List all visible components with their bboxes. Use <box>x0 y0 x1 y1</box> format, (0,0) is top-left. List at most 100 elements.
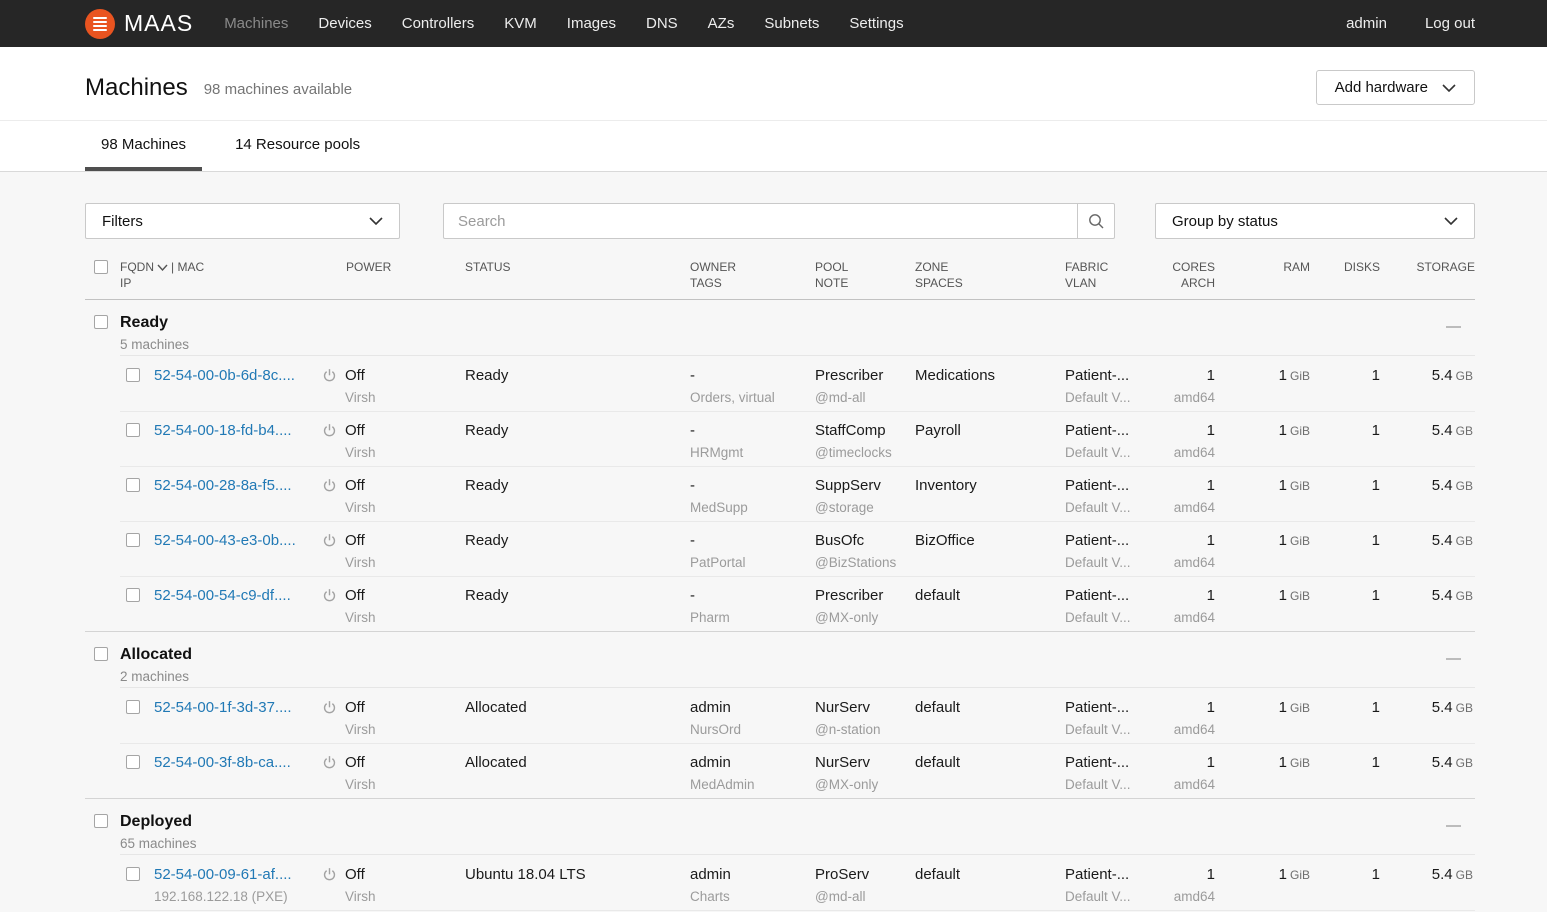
machine-row: 52-54-00-09-61-af.... 192.168.122.18 (PX… <box>85 855 1475 910</box>
machine-note: @n-station <box>815 720 915 739</box>
page-title: Machines <box>85 74 188 102</box>
machine-vlan: Default V... <box>1065 608 1160 627</box>
group-header-row: Deployed 65 machines — <box>85 799 1475 855</box>
machine-owner: admin <box>690 864 815 885</box>
row-checkbox[interactable] <box>126 423 140 437</box>
machine-vlan: Default V... <box>1065 553 1160 572</box>
group-by-dropdown[interactable]: Group by status <box>1155 203 1475 239</box>
power-icon <box>322 533 337 548</box>
machine-note: @md-all <box>815 887 915 906</box>
machine-link[interactable]: 52-54-00-54-c9-df.... <box>154 585 291 606</box>
machine-link[interactable]: 52-54-00-28-8a-f5.... <box>154 475 292 496</box>
machine-link[interactable]: 52-54-00-0b-6d-8c.... <box>154 365 295 386</box>
nav-right: admin Log out <box>1346 15 1475 32</box>
col-fqdn-label: FQDN <box>120 259 154 275</box>
search-input[interactable] <box>443 203 1078 239</box>
select-all-checkbox[interactable] <box>94 260 108 274</box>
col-cores[interactable]: CORESARCH <box>1160 257 1215 291</box>
chevron-down-icon <box>369 217 383 225</box>
col-disks[interactable]: DISKS <box>1310 257 1380 291</box>
machine-pool: Prescriber <box>815 585 915 606</box>
machine-link[interactable]: 52-54-00-1f-3d-37.... <box>154 697 292 718</box>
machine-note: @MX-only <box>815 775 915 794</box>
machine-arch: amd64 <box>1160 443 1215 462</box>
tab-resource-pools[interactable]: 14 Resource pools <box>219 121 376 171</box>
brand-title: MAAS <box>124 10 193 37</box>
row-checkbox[interactable] <box>126 700 140 714</box>
col-owner[interactable]: OWNERTAGS <box>690 257 815 291</box>
row-checkbox[interactable] <box>126 755 140 769</box>
row-checkbox[interactable] <box>126 368 140 382</box>
col-ram[interactable]: RAM <box>1215 257 1310 291</box>
machine-status: Allocated <box>465 697 690 718</box>
group-collapse-toggle[interactable]: — <box>1380 812 1475 855</box>
machine-fabric: Patient-... <box>1065 752 1160 773</box>
machine-owner: - <box>690 420 815 441</box>
col-fabric[interactable]: FABRICVLAN <box>1065 257 1160 291</box>
group-checkbox[interactable] <box>94 315 108 329</box>
nav-item-admin[interactable]: admin <box>1346 15 1387 32</box>
machine-disks: 1 <box>1310 697 1380 718</box>
nav-item-subnets[interactable]: Subnets <box>749 15 834 32</box>
logout-link[interactable]: Log out <box>1425 15 1475 32</box>
group-checkbox[interactable] <box>94 647 108 661</box>
power-icon <box>322 755 337 770</box>
row-checkbox[interactable] <box>126 588 140 602</box>
row-checkbox[interactable] <box>126 867 140 881</box>
machine-ram: 1GiB <box>1215 585 1310 607</box>
nav-item-devices[interactable]: Devices <box>303 15 386 32</box>
row-checkbox[interactable] <box>126 478 140 492</box>
tab-machines[interactable]: 98 Machines <box>85 121 202 171</box>
machine-fabric: Patient-... <box>1065 365 1160 386</box>
group-collapse-toggle[interactable]: — <box>1380 313 1475 356</box>
row-checkbox[interactable] <box>126 533 140 547</box>
group-by-value: Group by status <box>1172 213 1444 230</box>
col-status[interactable]: STATUS <box>465 257 690 291</box>
machine-link[interactable]: 52-54-00-09-61-af.... <box>154 864 292 885</box>
nav-item-settings[interactable]: Settings <box>834 15 918 32</box>
machine-row: 52-54-00-1f-3d-37.... Off Virsh Allocate… <box>85 688 1475 743</box>
power-icon <box>322 867 337 882</box>
machine-disks: 1 <box>1310 752 1380 773</box>
machine-zone: Payroll <box>915 420 1065 441</box>
machine-owner: - <box>690 530 815 551</box>
nav-item-dns[interactable]: DNS <box>631 15 693 32</box>
group-count: 2 machines <box>120 669 1380 684</box>
power-icon <box>322 588 337 603</box>
power-state: Off <box>345 864 376 885</box>
col-pool[interactable]: POOLNOTE <box>815 257 915 291</box>
machine-status: Ready <box>465 420 690 441</box>
machine-tags: PatPortal <box>690 553 815 572</box>
nav-item-images[interactable]: Images <box>552 15 631 32</box>
machine-row: 52-54-00-54-c9-df.... Off Virsh Ready - … <box>85 576 1475 631</box>
table-controls: Filters Group by status <box>85 203 1475 239</box>
tab-bar: 98 Machines 14 Resource pools <box>0 121 1547 172</box>
machine-cores: 1 <box>1160 697 1215 718</box>
nav-item-machines[interactable]: Machines <box>209 15 303 32</box>
filters-dropdown[interactable]: Filters <box>85 203 400 239</box>
search-button[interactable] <box>1077 203 1115 239</box>
machine-link[interactable]: 52-54-00-3f-8b-ca.... <box>154 752 291 773</box>
machine-note: @BizStations <box>815 553 915 572</box>
add-hardware-button[interactable]: Add hardware <box>1316 70 1475 105</box>
col-power[interactable]: POWER <box>320 257 465 291</box>
machine-link[interactable]: 52-54-00-43-e3-0b.... <box>154 530 296 551</box>
group-collapse-toggle[interactable]: — <box>1380 645 1475 688</box>
nav-item-azs[interactable]: AZs <box>693 15 750 32</box>
power-state: Off <box>345 420 376 441</box>
col-storage[interactable]: STORAGE <box>1380 257 1475 291</box>
nav-item-kvm[interactable]: KVM <box>489 15 552 32</box>
power-state: Off <box>345 475 376 496</box>
machine-arch: amd64 <box>1160 887 1215 906</box>
machine-storage: 5.4GB <box>1380 752 1473 774</box>
machine-tags: Pharm <box>690 608 815 627</box>
nav-item-controllers[interactable]: Controllers <box>387 15 490 32</box>
col-fqdn[interactable]: FQDN | MAC IP <box>120 257 320 291</box>
group-checkbox[interactable] <box>94 814 108 828</box>
machine-cores: 1 <box>1160 752 1215 773</box>
table-header-row: FQDN | MAC IP POWER STATUS OWNERTAGS POO… <box>85 251 1475 300</box>
machine-link[interactable]: 52-54-00-18-fd-b4.... <box>154 420 292 441</box>
machine-pool: Prescriber <box>815 365 915 386</box>
col-zone[interactable]: ZONESPACES <box>915 257 1065 291</box>
machine-row: 52-54-00-28-8a-f5.... Off Virsh Ready - … <box>85 466 1475 521</box>
